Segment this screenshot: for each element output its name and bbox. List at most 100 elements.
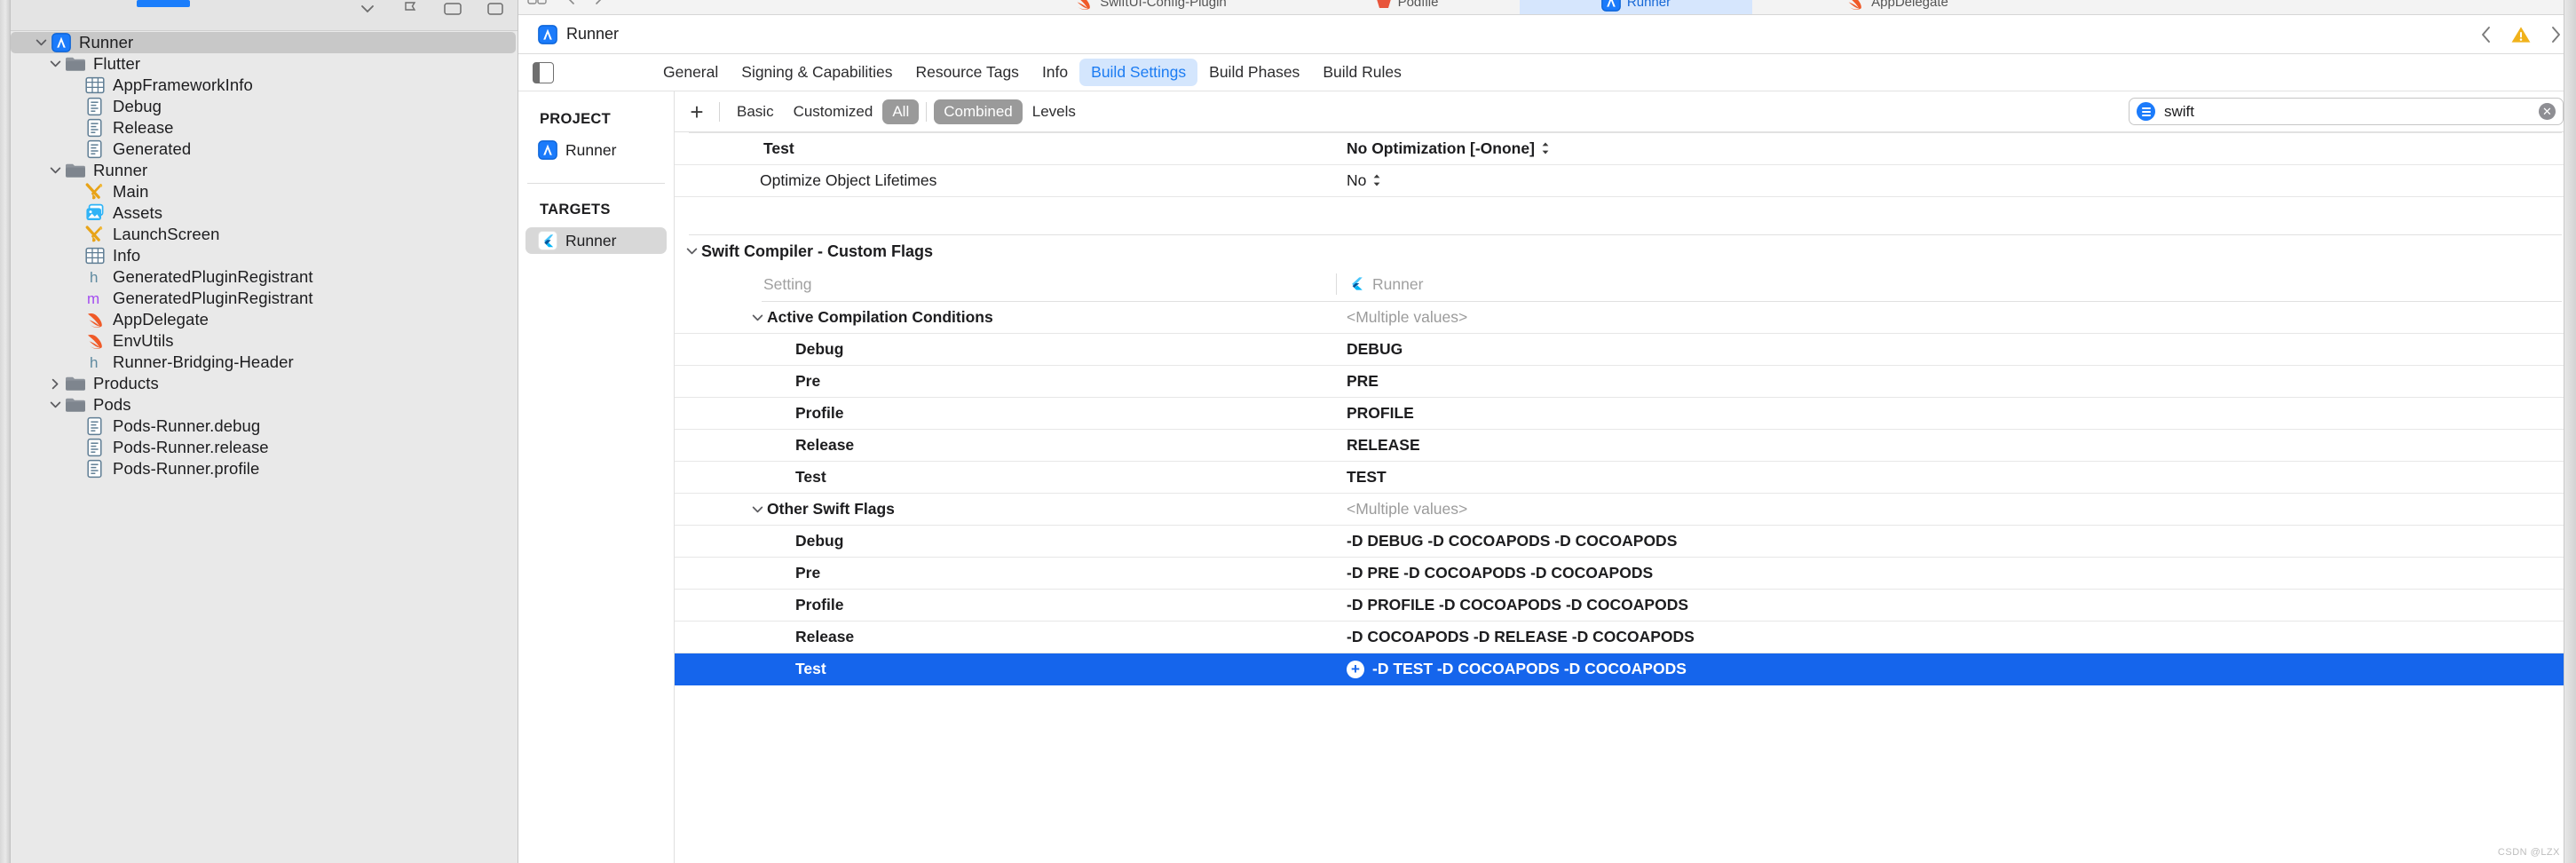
settings-row[interactable]: Profile PROFILE bbox=[675, 398, 2576, 430]
settings-row[interactable]: Profile -D PROFILE -D COCOAPODS -D COCOAP… bbox=[675, 590, 2576, 622]
tree-item[interactable]: Pods-Runner.debug bbox=[11, 416, 518, 437]
tab-build-rules[interactable]: Build Rules bbox=[1311, 59, 1413, 86]
settings-row[interactable]: Debug DEBUG bbox=[675, 334, 2576, 366]
settings-row[interactable]: Pre -D PRE -D COCOAPODS -D COCOAPODS bbox=[675, 558, 2576, 590]
tree-item[interactable]: h Runner-Bridging-Header bbox=[11, 352, 518, 373]
settings-row[interactable]: Test TEST bbox=[675, 462, 2576, 494]
setting-value-cell[interactable]: PRE bbox=[1336, 372, 2576, 391]
setting-value-cell[interactable]: -D PROFILE -D COCOAPODS -D COCOAPODS bbox=[1336, 596, 2576, 614]
tab-general[interactable]: General bbox=[652, 59, 730, 86]
chevron-down-icon[interactable] bbox=[747, 313, 767, 322]
tree-item[interactable]: Pods-Runner.profile bbox=[11, 458, 518, 479]
clear-icon[interactable]: ✕ bbox=[2539, 103, 2556, 120]
chevron-left-icon[interactable] bbox=[2480, 25, 2493, 44]
tab-info[interactable]: Info bbox=[1031, 59, 1079, 86]
settings-group-row[interactable]: Active Compilation Conditions <Multiple v… bbox=[675, 302, 2576, 334]
tree-item[interactable]: Products bbox=[11, 373, 518, 394]
tree-item[interactable]: Runner bbox=[11, 32, 516, 53]
settings-row[interactable]: Release RELEASE bbox=[675, 430, 2576, 462]
chevron-down-icon[interactable] bbox=[32, 32, 50, 53]
settings-group-row[interactable]: Other Swift Flags <Multiple values> bbox=[675, 494, 2576, 526]
setting-value-cell[interactable]: -D COCOAPODS -D RELEASE -D COCOAPODS bbox=[1336, 628, 2576, 646]
editor-tab[interactable]: AppDelegate bbox=[1763, 0, 2029, 14]
setting-value-cell[interactable]: DEBUG bbox=[1336, 340, 2576, 359]
editor-tab[interactable]: Runner bbox=[1520, 0, 1752, 14]
chevron-right-icon[interactable] bbox=[595, 0, 604, 9]
setting-value-cell[interactable]: No Optimization [-Onone] bbox=[1336, 139, 2576, 158]
tree-item[interactable]: AppFrameworkInfo bbox=[11, 75, 518, 96]
tree-item[interactable]: AppDelegate bbox=[11, 309, 518, 330]
config-file-icon bbox=[83, 459, 107, 479]
settings-row[interactable]: Test No Optimization [-Onone] bbox=[675, 133, 2576, 165]
flag-icon[interactable] bbox=[400, 2, 420, 16]
setting-value-cell[interactable]: TEST bbox=[1336, 468, 2576, 487]
settings-row[interactable]: Optimize Object Lifetimes No bbox=[675, 165, 2576, 197]
tab-resource-tags[interactable]: Resource Tags bbox=[905, 59, 1031, 86]
rect-icon[interactable] bbox=[443, 2, 462, 16]
setting-value-cell[interactable]: -D DEBUG -D COCOAPODS -D COCOAPODS bbox=[1336, 532, 2576, 550]
settings-column-headers: Setting Runner bbox=[675, 267, 2576, 301]
chevron-down-icon[interactable] bbox=[46, 53, 64, 75]
tab-build-settings[interactable]: Build Settings bbox=[1079, 59, 1198, 86]
chevron-down-icon[interactable] bbox=[747, 505, 767, 514]
group-value[interactable]: <Multiple values> bbox=[1336, 308, 2576, 327]
tab-signing-capabilities[interactable]: Signing & Capabilities bbox=[730, 59, 904, 86]
filter-chip-levels[interactable]: Levels bbox=[1023, 99, 1086, 124]
tree-item[interactable]: LaunchScreen bbox=[11, 224, 518, 245]
add-setting-button[interactable]: + bbox=[682, 97, 712, 127]
tree-item[interactable]: Info bbox=[11, 245, 518, 266]
tree-item[interactable]: Assets bbox=[11, 202, 518, 224]
chevron-right-icon[interactable] bbox=[2549, 25, 2562, 44]
search-input[interactable] bbox=[2164, 102, 2539, 121]
xcode-project-icon bbox=[50, 33, 73, 52]
jump-bar-title[interactable]: Runner bbox=[566, 25, 619, 44]
tree-item[interactable]: h GeneratedPluginRegistrant bbox=[11, 266, 518, 288]
setting-value-cell[interactable]: + -D TEST -D COCOAPODS -D COCOAPODS bbox=[1336, 660, 2576, 678]
settings-row[interactable]: Debug -D DEBUG -D COCOAPODS -D COCOAPODS bbox=[675, 526, 2576, 558]
tree-item[interactable]: Main bbox=[11, 181, 518, 202]
editor-tab[interactable]: Podfile bbox=[1305, 0, 1509, 14]
tree-item[interactable]: Flutter bbox=[11, 53, 518, 75]
tree-item[interactable]: m GeneratedPluginRegistrant bbox=[11, 288, 518, 309]
tree-item[interactable]: Runner bbox=[11, 160, 518, 181]
build-settings-search[interactable]: ✕ bbox=[2129, 98, 2564, 125]
stepper-icon[interactable] bbox=[1541, 141, 1550, 157]
tree-item[interactable]: Pods-Runner.release bbox=[11, 437, 518, 458]
editor-tab[interactable]: SwiftUI-Config-Plugin bbox=[1003, 0, 1296, 14]
project-item-runner[interactable]: Runner bbox=[525, 137, 667, 163]
warning-triangle-icon[interactable] bbox=[2510, 25, 2532, 44]
tree-item[interactable]: EnvUtils bbox=[11, 330, 518, 352]
chevron-left-icon[interactable] bbox=[566, 0, 575, 9]
setting-value-cell[interactable]: -D PRE -D COCOAPODS -D COCOAPODS bbox=[1336, 564, 2576, 582]
chevron-right-icon[interactable] bbox=[46, 373, 64, 394]
group-value[interactable]: <Multiple values> bbox=[1336, 500, 2576, 519]
filter-chip-customized[interactable]: Customized bbox=[784, 99, 883, 124]
setting-value-cell[interactable]: RELEASE bbox=[1336, 436, 2576, 455]
square-icon[interactable] bbox=[486, 2, 505, 16]
filter-chip-combined[interactable]: Combined bbox=[934, 99, 1023, 124]
setting-value-cell[interactable]: PROFILE bbox=[1336, 404, 2576, 423]
tree-item[interactable]: Generated bbox=[11, 139, 518, 160]
toggle-project-list-icon[interactable] bbox=[533, 62, 554, 83]
chevron-down-icon[interactable] bbox=[358, 2, 377, 16]
tab-build-phases[interactable]: Build Phases bbox=[1197, 59, 1311, 86]
add-value-icon[interactable]: + bbox=[1347, 660, 1364, 678]
chevron-down-icon[interactable] bbox=[46, 394, 64, 416]
stepper-icon[interactable] bbox=[1372, 173, 1381, 189]
tree-item[interactable]: Debug bbox=[11, 96, 518, 117]
settings-row[interactable]: Test + -D TEST -D COCOAPODS -D COCOAPODS bbox=[675, 653, 2576, 685]
settings-row[interactable]: Pre PRE bbox=[675, 366, 2576, 398]
split-editor-icon[interactable] bbox=[527, 0, 547, 8]
setting-value: No Optimization [-Onone] bbox=[1347, 139, 1535, 157]
target-item-runner[interactable]: Runner bbox=[525, 227, 667, 254]
setting-value-cell[interactable]: No bbox=[1336, 171, 2576, 190]
chevron-down-icon[interactable] bbox=[682, 247, 701, 256]
filter-chip-basic[interactable]: Basic bbox=[727, 99, 784, 124]
settings-section-header[interactable]: Swift Compiler - Custom Flags bbox=[675, 235, 2576, 267]
tree-item-label: Runner bbox=[79, 33, 134, 51]
filter-chip-all[interactable]: All bbox=[882, 99, 920, 124]
tree-item[interactable]: Pods bbox=[11, 394, 518, 416]
tree-item[interactable]: Release bbox=[11, 117, 518, 139]
settings-row[interactable]: Release -D COCOAPODS -D RELEASE -D COCOAP… bbox=[675, 622, 2576, 653]
chevron-down-icon[interactable] bbox=[46, 160, 64, 181]
